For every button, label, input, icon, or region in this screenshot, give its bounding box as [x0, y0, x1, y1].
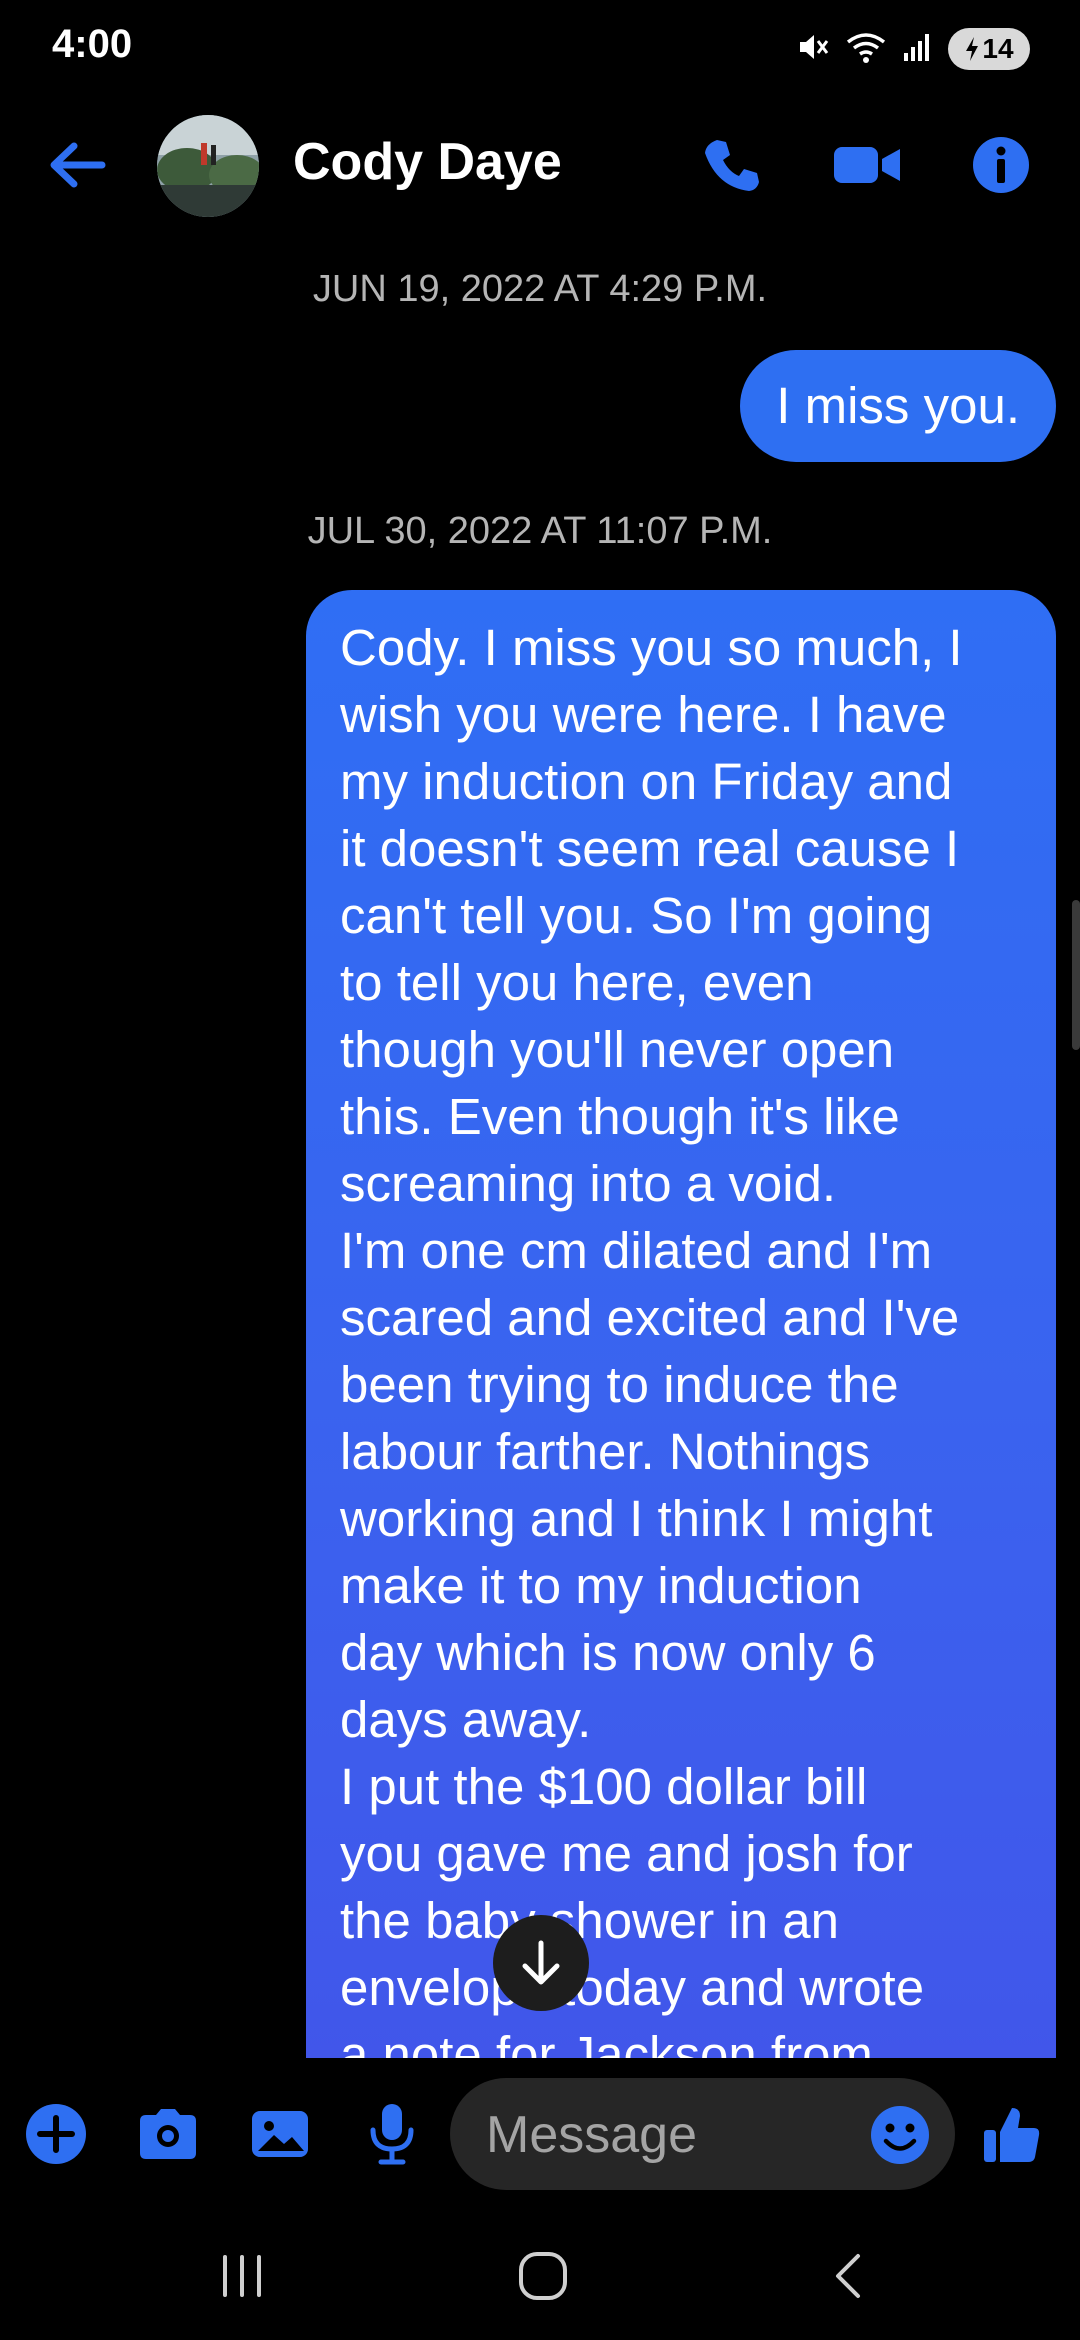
avatar[interactable] [157, 115, 259, 217]
scroll-to-bottom-button[interactable] [493, 1915, 589, 2011]
camera-icon[interactable] [132, 2098, 204, 2170]
signal-icon [902, 29, 934, 70]
message-timestamp: JUN 19, 2022 AT 4:29 P.M. [312, 268, 768, 310]
conversation-header: Cody Daye [0, 100, 1080, 235]
system-navigation-bar [0, 2208, 1080, 2340]
video-call-icon[interactable] [832, 130, 902, 200]
back-arrow-icon[interactable] [48, 140, 108, 190]
message-field[interactable] [450, 2078, 955, 2190]
status-bar: 4:00 14 [0, 0, 1080, 100]
sent-message-bubble[interactable]: I miss you. [740, 350, 1056, 462]
gallery-icon[interactable] [244, 2098, 316, 2170]
message-text: I miss you. [776, 377, 1020, 434]
recent-apps-icon[interactable] [202, 2244, 282, 2308]
phone-icon[interactable] [697, 130, 767, 200]
scrollbar[interactable] [1072, 900, 1080, 1050]
microphone-icon[interactable] [356, 2098, 428, 2170]
status-icons: 14 [794, 28, 1030, 70]
contact-name[interactable]: Cody Daye [293, 132, 562, 192]
wifi-icon [844, 29, 888, 70]
message-text: Cody. I miss you so much, I wish you wer… [340, 619, 963, 2070]
status-time: 4:00 [52, 22, 133, 66]
message-composer [0, 2058, 1080, 2208]
back-icon[interactable] [808, 2244, 888, 2308]
message-timestamp: JUL 30, 2022 AT 11:07 P.M. [307, 510, 773, 552]
emoji-icon[interactable] [869, 2104, 931, 2166]
info-icon[interactable] [966, 130, 1036, 200]
battery-level: 14 [982, 33, 1014, 64]
thumbs-up-icon[interactable] [976, 2098, 1048, 2170]
battery-charging-icon: 14 [948, 28, 1030, 70]
home-icon[interactable] [503, 2244, 583, 2308]
mute-icon [794, 29, 830, 70]
arrow-down-icon [522, 1940, 560, 1985]
plus-icon[interactable] [20, 2098, 92, 2170]
message-input[interactable] [484, 2106, 868, 2164]
sent-message-bubble[interactable]: Cody. I miss you so much, I wish you wer… [306, 590, 1056, 2070]
